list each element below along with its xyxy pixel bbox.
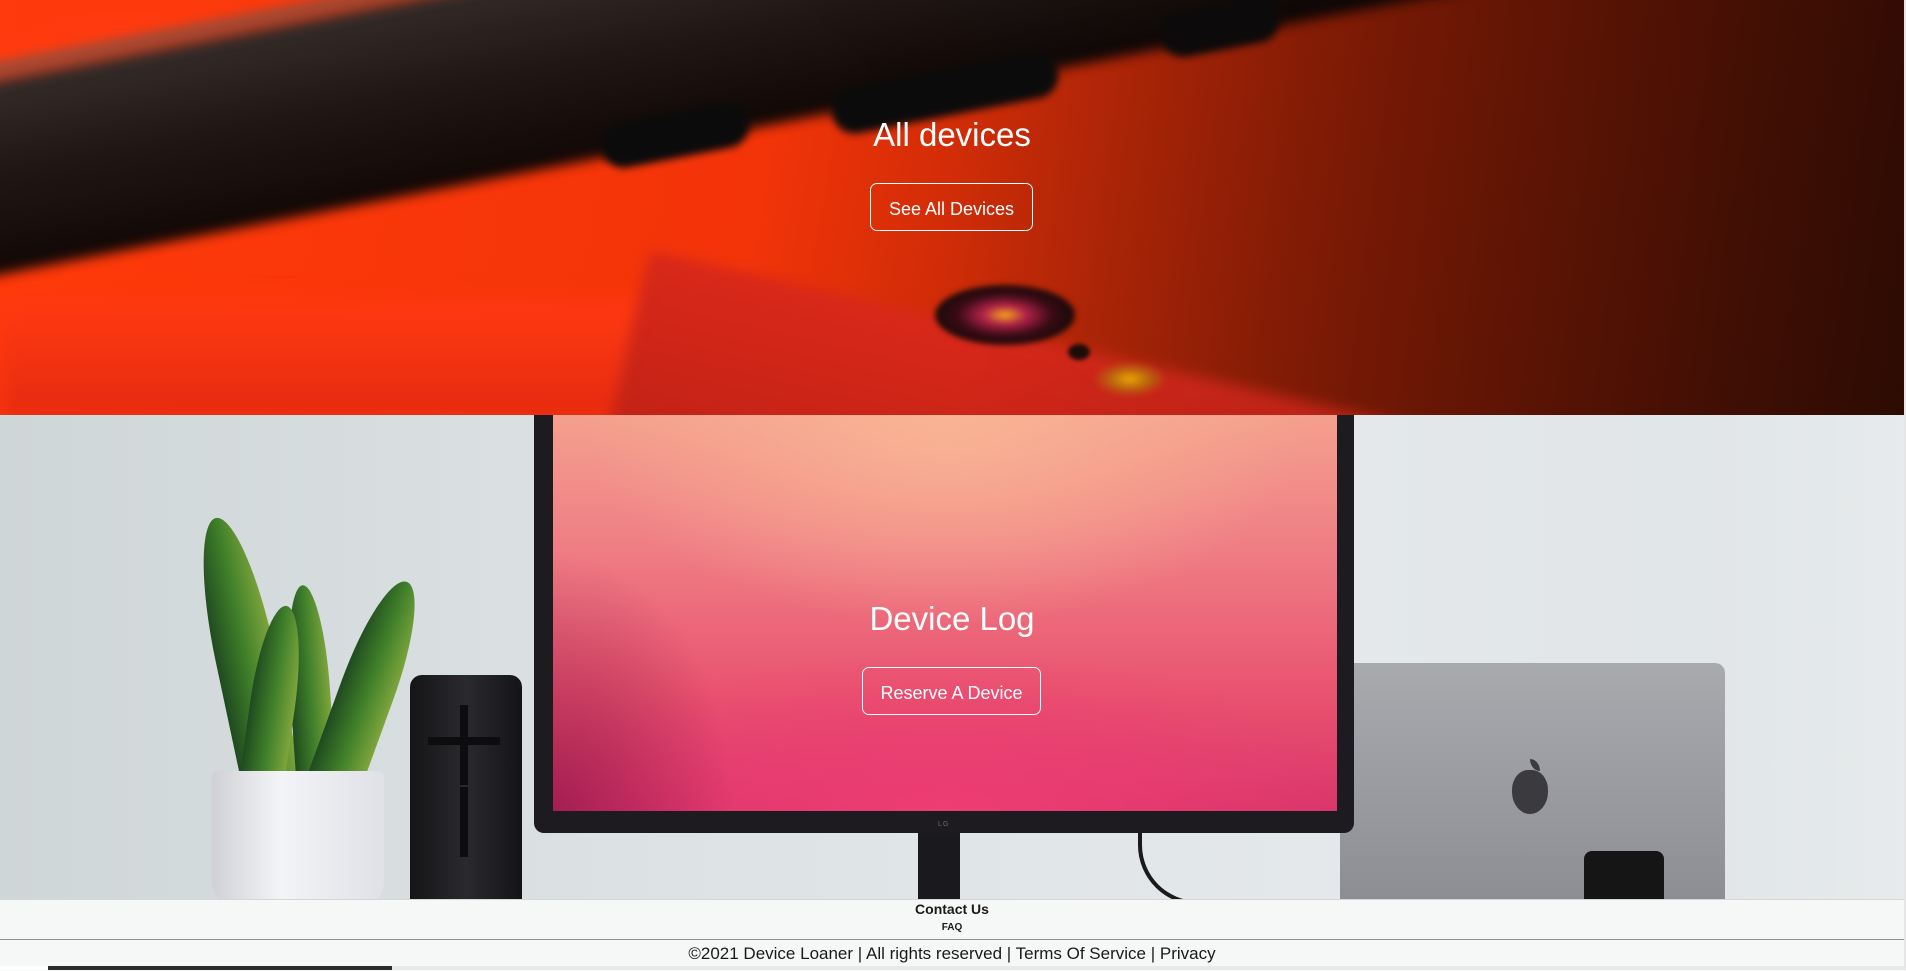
faq-link[interactable]: FAQ (0, 922, 1904, 933)
background-monitor-stand (918, 833, 960, 899)
background-cable (1138, 831, 1362, 899)
background-plant-pot (212, 771, 384, 899)
contact-us-link[interactable]: Contact Us (0, 901, 1904, 917)
separator: | (857, 944, 863, 963)
copyright-text: ©2021 Device Loaner (688, 944, 854, 963)
speaker-plus-icon (460, 705, 468, 785)
device-log-title: Device Log (869, 600, 1035, 637)
rights-text: All rights reserved (866, 944, 1003, 963)
footer-legal: ©2021 Device Loaner | All rights reserve… (0, 944, 1904, 964)
separator: | (1150, 944, 1156, 963)
terms-of-service-link[interactable]: Terms Of Service (1016, 944, 1146, 963)
speaker-plus-icon (428, 737, 500, 745)
apple-logo-icon (1512, 770, 1548, 814)
background-camera-lens (1584, 851, 1664, 899)
privacy-link[interactable]: Privacy (1160, 944, 1216, 963)
bottom-strip (0, 966, 1904, 970)
see-all-devices-button[interactable]: See All Devices (870, 183, 1033, 231)
monitor-brand-logo: LG (938, 821, 950, 828)
page: All devices See All Devices LG Device Lo… (0, 0, 1904, 971)
all-devices-title: All devices (873, 116, 1031, 153)
speaker-minus-icon (460, 787, 468, 857)
hero-device-log: LG (0, 415, 1904, 899)
reserve-device-button[interactable]: Reserve A Device (862, 667, 1041, 715)
footer-divider (0, 939, 1904, 940)
separator: | (1006, 944, 1012, 963)
